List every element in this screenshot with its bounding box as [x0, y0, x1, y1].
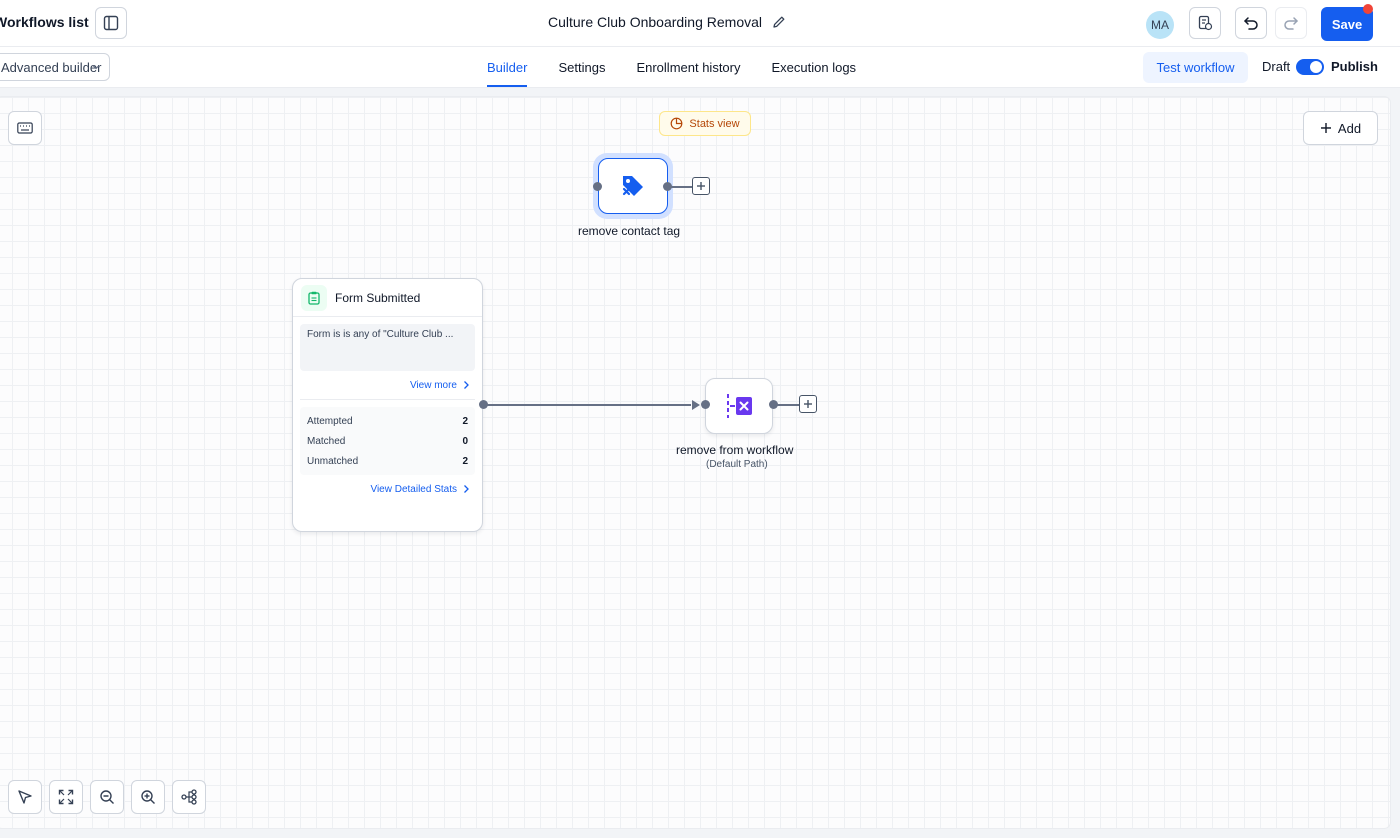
default-path-label: (Default Path) [706, 459, 768, 470]
remove-from-workflow-node[interactable] [705, 378, 773, 434]
view-more-link[interactable]: View more [293, 371, 482, 399]
stat-value: 0 [462, 435, 468, 447]
test-workflow-button[interactable]: Test workflow [1143, 52, 1248, 83]
redo-button[interactable] [1275, 7, 1307, 39]
main-tabs: Builder Settings Enrollment history Exec… [487, 47, 856, 88]
add-step-button[interactable] [799, 395, 817, 413]
zoom-in-button[interactable] [131, 780, 165, 814]
builder-mode-value: Advanced builder [1, 59, 102, 75]
stat-row-unmatched: Unmatched 2 [307, 451, 468, 471]
view-detailed-stats-label: View Detailed Stats [370, 483, 457, 495]
remove-contact-tag-label: remove contact tag [578, 224, 681, 238]
add-button[interactable]: Add [1303, 111, 1378, 145]
keyboard-shortcuts-button[interactable] [8, 111, 42, 145]
draft-label: Draft [1262, 59, 1291, 74]
tab-execution-logs[interactable]: Execution logs [772, 47, 857, 88]
top-bar: Workflows list Culture Club Onboarding R… [0, 0, 1400, 47]
auto-layout-button[interactable] [172, 780, 206, 814]
sidebar-icon [103, 15, 119, 31]
unsaved-indicator-badge [1363, 4, 1373, 14]
input-port[interactable] [593, 182, 602, 191]
fit-view-button[interactable] [49, 780, 83, 814]
toggle-sidebar-button[interactable] [95, 7, 127, 39]
plus-icon [697, 182, 705, 190]
workflow-title: Culture Club Onboarding Removal [548, 14, 762, 30]
trigger-title: Form Submitted [335, 290, 421, 305]
remove-workflow-icon [727, 394, 752, 418]
remove-contact-tag-node[interactable] [598, 158, 668, 214]
keyboard-icon [17, 122, 33, 134]
remove-from-workflow-label: remove from workflow [676, 443, 794, 457]
builder-mode-select[interactable]: Advanced builder [0, 53, 110, 81]
input-port[interactable] [701, 400, 710, 409]
undo-icon [1244, 17, 1258, 30]
chevron-right-icon [464, 485, 469, 493]
divider [300, 399, 475, 400]
publish-label: Publish [1331, 59, 1378, 74]
user-avatar[interactable]: MA [1146, 11, 1174, 39]
stat-row-attempted: Attempted 2 [307, 411, 468, 431]
add-step-button[interactable] [692, 177, 710, 195]
stats-view-label: Stats view [689, 117, 740, 130]
connector-line [777, 404, 799, 406]
back-to-workflows-link[interactable]: Workflows list [0, 14, 89, 30]
clipboard-icon [301, 284, 327, 311]
cursor-arrow-icon [18, 790, 32, 804]
select-tool-button[interactable] [8, 780, 42, 814]
redo-icon [1284, 17, 1298, 30]
view-detailed-stats-link[interactable]: View Detailed Stats [293, 475, 482, 503]
notes-button[interactable] [1189, 7, 1221, 39]
pie-chart-icon [671, 117, 683, 130]
plus-icon [1320, 123, 1331, 133]
zoom-out-button[interactable] [90, 780, 124, 814]
edit-pencil-icon[interactable] [772, 15, 786, 29]
connector-line [671, 186, 692, 188]
workflow-canvas[interactable]: Stats view Add remove contact tag Form S… [0, 97, 1390, 828]
publish-toggle[interactable] [1296, 59, 1324, 75]
flow-tree-icon [181, 789, 197, 805]
stat-label: Matched [307, 435, 346, 447]
stat-value: 2 [462, 415, 468, 427]
form-submitted-trigger-card[interactable]: Form Submitted Form is is any of "Cultur… [292, 278, 483, 532]
add-label: Add [1337, 120, 1362, 136]
stat-label: Attempted [307, 415, 353, 427]
trigger-header: Form Submitted [293, 279, 482, 317]
zoom-in-icon [141, 790, 155, 804]
plus-icon [804, 400, 812, 408]
stat-label: Unmatched [307, 455, 359, 467]
stat-value: 2 [462, 455, 468, 467]
workflow-title-group: Culture Club Onboarding Removal [548, 14, 786, 30]
tab-settings[interactable]: Settings [558, 47, 605, 88]
zoom-out-icon [100, 790, 114, 804]
view-more-label: View more [409, 379, 457, 391]
sub-toolbar: Advanced builder Builder Settings Enroll… [0, 47, 1400, 88]
tab-enrollment-history[interactable]: Enrollment history [636, 47, 740, 88]
undo-button[interactable] [1235, 7, 1267, 39]
expand-icon [58, 789, 74, 805]
tab-builder[interactable]: Builder [487, 47, 528, 88]
stat-row-matched: Matched 0 [307, 431, 468, 451]
document-check-icon [1198, 15, 1213, 31]
chevron-right-icon [464, 381, 469, 389]
connector-line [486, 404, 691, 406]
chevron-down-icon [92, 65, 100, 70]
tag-remove-icon [622, 176, 643, 196]
canvas-controls [8, 780, 206, 814]
stats-view-toggle[interactable]: Stats view [659, 111, 751, 136]
trigger-stats: Attempted 2 Matched 0 Unmatched 2 [300, 407, 475, 475]
trigger-condition: Form is is any of "Culture Club ... [300, 324, 475, 371]
arrow-head-icon [692, 400, 700, 410]
